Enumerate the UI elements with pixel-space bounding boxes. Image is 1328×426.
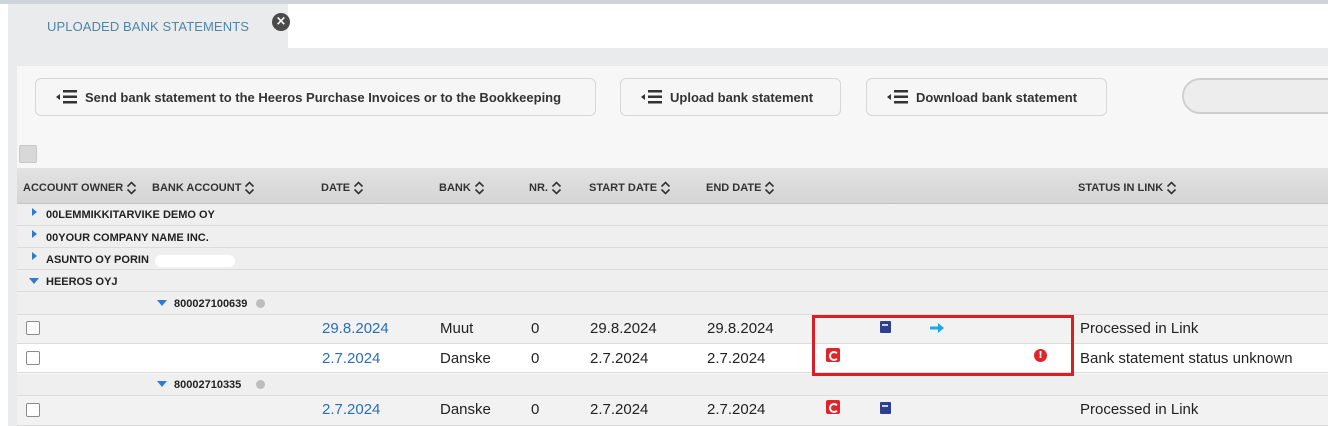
end-date-cell: 2.7.2024 <box>707 401 766 418</box>
sort-icon <box>660 181 671 195</box>
start-date-cell: 29.8.2024 <box>590 320 657 337</box>
tab-uploaded-bank-statements[interactable]: UPLOADED BANK STATEMENTS × <box>8 4 290 48</box>
list-menu-icon <box>887 90 909 104</box>
collapse-icon[interactable] <box>157 381 167 387</box>
search-input[interactable] <box>1182 78 1328 114</box>
group-name: HEEROS OYJ <box>46 276 118 288</box>
start-date-cell: 2.7.2024 <box>590 401 649 418</box>
col-end-date[interactable]: END DATE <box>706 181 775 195</box>
date-link[interactable]: 29.8.2024 <box>322 320 389 337</box>
end-date-cell: 29.8.2024 <box>707 320 774 337</box>
bank-cell: Danske <box>440 401 491 418</box>
date-link[interactable]: 2.7.2024 <box>322 401 380 418</box>
col-bank[interactable]: BANK <box>439 181 485 195</box>
nr-cell: 0 <box>531 401 540 418</box>
book-icon[interactable] <box>880 402 891 414</box>
select-all-checkbox[interactable] <box>19 145 37 163</box>
send-bank-statement-button[interactable]: Send bank statement to the Heeros Purcha… <box>35 78 596 116</box>
bank-cell: Muut <box>440 320 474 337</box>
expand-icon[interactable] <box>32 230 37 238</box>
col-status-in-link[interactable]: STATUS IN LINK <box>1078 181 1177 195</box>
sort-icon <box>765 181 775 195</box>
col-bank-account[interactable]: BANK ACCOUNT <box>152 181 255 195</box>
download-button-label: Download bank statement <box>916 89 1078 105</box>
upload-bank-statement-button[interactable]: Upload bank statement <box>620 78 841 116</box>
red-square-icon[interactable] <box>826 400 840 414</box>
redacted-dot <box>256 380 265 389</box>
sort-icon <box>245 181 255 195</box>
sort-icon <box>127 181 137 195</box>
list-menu-icon <box>641 90 663 104</box>
account-number: 800027100639 <box>174 298 248 310</box>
status-cell: Bank statement status unknown <box>1080 350 1293 367</box>
group-row[interactable] <box>17 226 1328 248</box>
group-row[interactable] <box>17 270 1328 292</box>
nr-cell: 0 <box>531 320 540 337</box>
nr-cell: 0 <box>531 350 540 367</box>
redacted-area <box>155 255 235 267</box>
tab-label: UPLOADED BANK STATEMENTS <box>47 19 250 34</box>
date-link[interactable]: 2.7.2024 <box>322 350 380 367</box>
col-start-date[interactable]: START DATE <box>589 181 671 195</box>
status-cell: Processed in Link <box>1080 401 1199 418</box>
download-bank-statement-button[interactable]: Download bank statement <box>866 78 1107 116</box>
sort-icon <box>474 181 484 195</box>
row-checkbox[interactable] <box>26 321 40 335</box>
row-checkbox[interactable] <box>26 403 40 417</box>
highlight-box <box>812 315 1074 376</box>
group-name: 00YOUR COMPANY NAME INC. <box>46 232 209 244</box>
account-number: 80002710335 <box>174 379 242 391</box>
send-button-label: Send bank statement to the Heeros Purcha… <box>85 89 562 105</box>
end-date-cell: 2.7.2024 <box>707 350 766 367</box>
start-date-cell: 2.7.2024 <box>590 350 649 367</box>
col-nr[interactable]: NR. <box>529 181 562 195</box>
upload-button-label: Upload bank statement <box>670 89 814 105</box>
redacted-dot <box>256 299 265 308</box>
group-name: 00LEMMIKKITARVIKE DEMO OY <box>46 209 215 221</box>
col-date[interactable]: DATE <box>321 181 364 195</box>
status-cell: Processed in Link <box>1080 320 1199 337</box>
bank-cell: Danske <box>440 350 491 367</box>
expand-icon[interactable] <box>32 208 37 216</box>
sort-icon <box>1167 181 1177 195</box>
sort-icon <box>551 181 562 195</box>
sort-icon <box>354 181 364 195</box>
group-name: ASUNTO OY PORIN <box>46 254 149 266</box>
close-icon[interactable]: × <box>272 13 290 31</box>
col-account-owner[interactable]: ACCOUNT OWNER <box>23 181 137 195</box>
collapse-icon[interactable] <box>29 278 39 284</box>
list-menu-icon <box>56 90 78 104</box>
expand-icon[interactable] <box>32 252 37 260</box>
row-checkbox[interactable] <box>26 351 40 365</box>
collapse-icon[interactable] <box>157 300 167 306</box>
